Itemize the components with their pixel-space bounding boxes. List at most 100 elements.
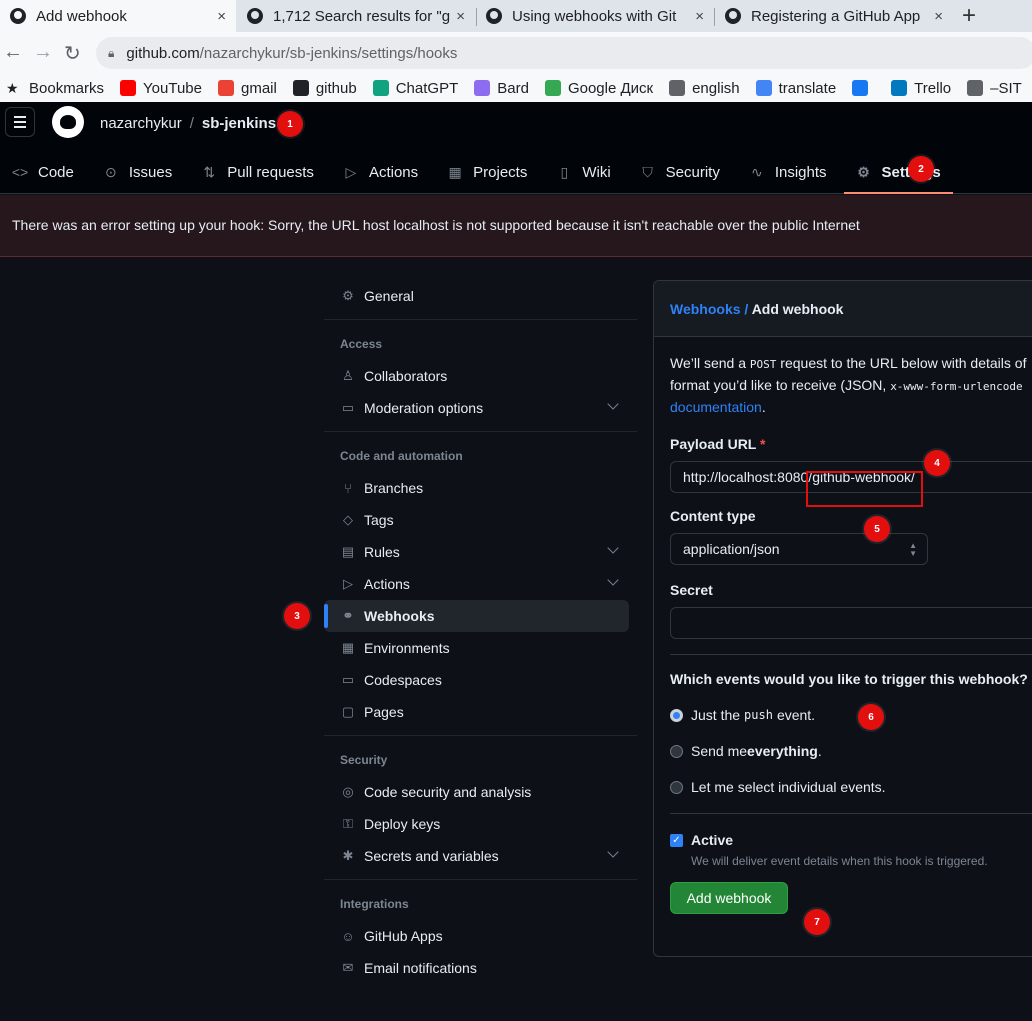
desc-text: format you’d like to receive (JSON,: [670, 377, 891, 393]
active-checkbox[interactable]: ✓ Active: [670, 830, 1032, 850]
secret-input[interactable]: [670, 607, 1032, 639]
tab-label: Issues: [128, 163, 173, 181]
sidebar-item-secrets-and-variables[interactable]: ✱ Secrets and variables: [324, 840, 637, 872]
annotation-marker: 7: [804, 909, 830, 935]
bookmark-item[interactable]: ★ Bookmarks: [6, 80, 104, 97]
event-select-radio[interactable]: Let me select individual events.: [670, 777, 1032, 797]
add-webhook-button[interactable]: Add webhook: [670, 882, 788, 914]
sidebar-item-label: Tags: [364, 512, 394, 528]
chevron-down-icon[interactable]: [607, 574, 619, 586]
content-type-select[interactable]: application/json ▲ ▼: [670, 533, 928, 565]
bookmark-item[interactable]: github: [292, 80, 357, 97]
reload-icon[interactable]: ↻: [64, 41, 81, 66]
bookmark-item[interactable]: gmail: [217, 79, 277, 97]
tab-code[interactable]: <> Code: [0, 150, 74, 194]
chevron-down-icon[interactable]: [607, 542, 619, 554]
actions-icon: ▷: [345, 163, 357, 180]
sidebar-item-collaborators[interactable]: ♙ Collaborators: [324, 360, 637, 392]
active-note: We will deliver event details when this …: [691, 854, 988, 868]
sidebar-item-actions[interactable]: ▷ Actions: [324, 568, 637, 600]
sidebar-item-label: Pages: [364, 704, 404, 720]
tab-security[interactable]: ⛉ Security: [628, 150, 719, 194]
sidebar-item-environments[interactable]: ▦ Environments: [324, 632, 637, 664]
browser-tab-add-webhook[interactable]: Add webhook ×: [0, 0, 236, 32]
content-type-value: application/json: [683, 541, 780, 557]
sidebar-item-general[interactable]: ⚙ General: [324, 280, 637, 312]
url-path: /nazarchykur/sb-jenkins/settings/hooks: [199, 44, 458, 62]
translate-icon: [755, 80, 772, 96]
annotation-marker: 4: [924, 450, 950, 476]
tab-actions[interactable]: ▷ Actions: [331, 150, 419, 194]
tab-wiki[interactable]: ▯ Wiki: [544, 150, 610, 194]
address-bar[interactable]: 🔒︎ github.com /nazarchykur/sb-jenkins/se…: [96, 37, 1032, 69]
sidebar-item-tags[interactable]: ◇ Tags: [324, 504, 637, 536]
github-icon: [247, 8, 263, 24]
sidebar-item-label: Environments: [364, 640, 450, 656]
close-icon[interactable]: ×: [695, 8, 704, 25]
webhooks-breadcrumb-link[interactable]: Webhooks: [670, 301, 741, 317]
settings-icon: ⚙: [857, 163, 870, 180]
bookmark-item[interactable]: translate: [755, 80, 836, 97]
sidebar-item-codespaces[interactable]: ▭ Codespaces: [324, 664, 637, 696]
sidebar-item-deploy-keys[interactable]: ⚿ Deploy keys: [324, 808, 637, 840]
browser-tab-registering-app[interactable]: Registering a GitHub App ×: [715, 0, 953, 32]
sidebar-item-pages[interactable]: ▢ Pages: [324, 696, 637, 728]
repo-name-link[interactable]: sb-jenkins: [202, 115, 276, 132]
sidebar-item-rules[interactable]: ▤ Rules: [324, 536, 637, 568]
bookmark-item[interactable]: [852, 80, 875, 96]
close-icon[interactable]: ×: [217, 8, 226, 25]
sidebar-divider: [324, 431, 637, 432]
sidebar-item-email-notifications[interactable]: ✉ Email notifications: [324, 952, 637, 984]
bookmark-item[interactable]: –SIT: [967, 80, 1022, 97]
gmail-icon: [217, 80, 234, 96]
chevron-down-icon[interactable]: [607, 398, 619, 410]
sidebar-item-github-apps[interactable]: ☺ GitHub Apps: [324, 920, 637, 952]
label-text: Payload URL: [670, 436, 757, 452]
bookmark-item[interactable]: YouTube: [120, 80, 202, 97]
bookmark-item[interactable]: Google Диск: [544, 80, 653, 97]
close-icon[interactable]: ×: [456, 8, 465, 25]
sidebar-item-code-security-and-analysis[interactable]: ◎ Code security and analysis: [324, 776, 637, 808]
webhook-description: We’ll send a POST request to the URL bel…: [670, 353, 1032, 418]
secrets-and-variables-icon: ✱: [342, 848, 354, 863]
browser-tab-search-results[interactable]: 1,712 Search results for "g ×: [237, 0, 475, 32]
sidebar-item-branches[interactable]: ⑂ Branches: [324, 472, 637, 504]
sidebar-item-webhooks[interactable]: ⚭ Webhooks: [324, 600, 629, 632]
rules-icon: ▤: [341, 544, 355, 559]
github-logo-icon[interactable]: [52, 106, 84, 138]
repo-owner-link[interactable]: nazarchykur: [100, 115, 182, 132]
event-everything-radio[interactable]: Send me everything.: [670, 741, 1032, 761]
pull-requests-icon: ⇅: [203, 163, 216, 180]
chevron-down-icon[interactable]: [607, 846, 619, 858]
bookmark-item[interactable]: english: [669, 80, 740, 97]
tab-label: Projects: [473, 163, 528, 181]
browser-tab-using-webhooks[interactable]: Using webhooks with Git ×: [476, 0, 714, 32]
webhooks-icon: ⚭: [342, 608, 354, 623]
tab-projects[interactable]: ▦ Projects: [435, 150, 528, 194]
menu-icon[interactable]: [5, 107, 35, 137]
folder-icon: [967, 80, 984, 96]
github-apps-icon: ☺: [341, 928, 355, 944]
panel-body: We’ll send a POST request to the URL bel…: [654, 337, 1032, 930]
sidebar-item-moderation-options[interactable]: ▭ Moderation options: [324, 392, 637, 424]
forward-icon[interactable]: →: [33, 41, 53, 64]
bookmark-item[interactable]: Trello: [891, 80, 951, 97]
tab-title: Add webhook: [36, 7, 127, 25]
tab-insights[interactable]: ∿ Insights: [737, 150, 827, 194]
tab-title: 1,712 Search results for "g: [273, 7, 451, 25]
bookmark-item[interactable]: Bard: [474, 80, 529, 97]
tab-issues[interactable]: ⊙ Issues: [91, 150, 172, 194]
event-push-radio[interactable]: Just the push event.: [670, 705, 1032, 725]
collaborators-icon: ♙: [342, 368, 354, 383]
deploy-keys-icon: ⚿: [343, 816, 353, 831]
back-icon[interactable]: ←: [3, 41, 23, 64]
tab-pull-requests[interactable]: ⇅ Pull requests: [189, 150, 314, 194]
sidebar-item-label: Webhooks: [364, 608, 435, 624]
close-icon[interactable]: ×: [934, 8, 943, 25]
github-icon: [292, 80, 309, 96]
radio-label: event.: [776, 707, 816, 723]
bookmark-label: gmail: [240, 79, 277, 97]
new-tab-button[interactable]: +: [962, 2, 976, 30]
documentation-link[interactable]: documentation: [670, 399, 762, 415]
bookmark-item[interactable]: ChatGPT: [372, 80, 458, 97]
